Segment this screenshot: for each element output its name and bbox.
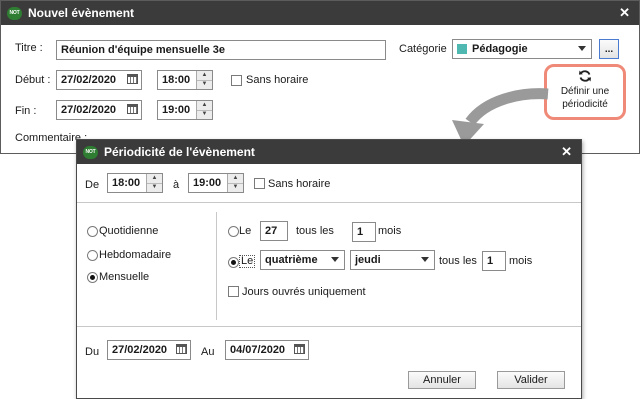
weekday-value: jeudi xyxy=(355,254,381,266)
de-label: De xyxy=(85,179,100,191)
de-time-value: 18:00 xyxy=(112,177,141,189)
du-date-value: 27/02/2020 xyxy=(112,344,168,356)
sans-horaire-checkbox[interactable] xyxy=(254,178,265,189)
valider-button[interactable]: Valider xyxy=(497,371,565,389)
time-spinner[interactable]: ▲ ▼ xyxy=(196,101,212,119)
radio-quotidienne[interactable] xyxy=(87,226,98,237)
app-logo-icon: NOT xyxy=(7,6,22,20)
categorie-select[interactable]: Pédagogie xyxy=(452,39,592,59)
au-label: Au xyxy=(201,346,215,358)
de-time-input[interactable]: 18:00 ▲ ▼ xyxy=(107,173,163,193)
calendar-icon[interactable] xyxy=(127,104,138,114)
weekday-select[interactable]: jeudi xyxy=(350,250,435,270)
time-spinner[interactable]: ▲ ▼ xyxy=(196,71,212,89)
radio-option-day[interactable] xyxy=(228,226,239,237)
au-date-input[interactable]: 04/07/2020 xyxy=(225,340,309,360)
category-color-swatch xyxy=(457,44,467,54)
periodicity-dialog: NOT Périodicité de l'évènement ✕ De 18:0… xyxy=(76,139,582,399)
a-time-value: 19:00 xyxy=(193,177,222,189)
calendar-icon[interactable] xyxy=(294,344,305,354)
fin-time-value: 19:00 xyxy=(162,104,191,116)
periodicity-title-bar: NOT Périodicité de l'évènement ✕ xyxy=(77,140,581,164)
fin-date-value: 27/02/2020 xyxy=(61,104,117,116)
annuler-button[interactable]: Annuler xyxy=(408,371,476,389)
a-label: à xyxy=(173,179,180,191)
opt2-interval-input[interactable]: 1 xyxy=(482,251,506,271)
divider xyxy=(77,326,581,327)
debut-date-input[interactable]: 27/02/2020 xyxy=(56,70,142,90)
close-icon[interactable]: ✕ xyxy=(619,5,630,21)
time-spinner[interactable]: ▲ ▼ xyxy=(227,174,243,192)
chevron-down-icon xyxy=(331,257,339,262)
freq-label-hebdomadaire: Hebdomadaire xyxy=(99,249,172,261)
dialog-title: Nouvel évènement xyxy=(28,6,135,20)
radio-mensuelle[interactable] xyxy=(87,272,98,283)
categorie-value: Pédagogie xyxy=(472,43,528,55)
sans-horaire-checkbox[interactable] xyxy=(231,75,242,86)
app-logo-icon: NOT xyxy=(83,145,98,159)
vertical-divider xyxy=(216,212,217,320)
chevron-down-icon xyxy=(578,46,586,51)
opt2-le-label: Le xyxy=(239,255,256,268)
opt1-tous-les-label: tous les xyxy=(296,225,334,237)
debut-time-value: 18:00 xyxy=(162,74,191,86)
ordinal-value: quatrième xyxy=(265,254,318,266)
chevron-down-icon xyxy=(421,257,429,262)
debut-label: Début : xyxy=(15,74,51,86)
categorie-label: Catégorie xyxy=(399,43,447,55)
more-button[interactable]: ... xyxy=(599,39,619,59)
calendar-icon[interactable] xyxy=(176,344,187,354)
titre-input[interactable]: Réunion d'équipe mensuelle 3e xyxy=(56,40,386,60)
sans-horaire-label: Sans horaire xyxy=(246,74,309,86)
fin-time-input[interactable]: 19:00 ▲ ▼ xyxy=(157,100,213,120)
divider xyxy=(77,202,581,203)
opt1-interval-input[interactable]: 1 xyxy=(352,222,376,242)
title-bar: NOT Nouvel évènement ✕ xyxy=(1,1,639,25)
opt1-le-label: Le xyxy=(239,225,252,237)
debut-time-input[interactable]: 18:00 ▲ ▼ xyxy=(157,70,213,90)
opt1-mois-label: mois xyxy=(378,225,402,237)
opt2-tous-les-label: tous les xyxy=(439,255,477,267)
jours-ouvres-label: Jours ouvrés uniquement xyxy=(242,286,366,298)
freq-label-mensuelle: Mensuelle xyxy=(99,271,150,283)
periodicity-title: Périodicité de l'évènement xyxy=(104,145,255,159)
debut-date-value: 27/02/2020 xyxy=(61,74,117,86)
opt2-mois-label: mois xyxy=(509,255,533,267)
a-time-input[interactable]: 19:00 ▲ ▼ xyxy=(188,173,244,193)
radio-hebdomadaire[interactable] xyxy=(87,250,98,261)
radio-option-weekday[interactable] xyxy=(228,257,239,268)
time-spinner[interactable]: ▲ ▼ xyxy=(146,174,162,192)
du-label: Du xyxy=(85,346,100,358)
du-date-input[interactable]: 27/02/2020 xyxy=(107,340,191,360)
freq-label-quotidienne: Quotidienne xyxy=(99,225,159,237)
close-icon[interactable]: ✕ xyxy=(561,144,572,160)
ordinal-select[interactable]: quatrième xyxy=(260,250,345,270)
day-number-input[interactable]: 27 xyxy=(260,221,288,241)
fin-label: Fin : xyxy=(15,105,37,117)
au-date-value: 04/07/2020 xyxy=(230,344,286,356)
jours-ouvres-checkbox[interactable] xyxy=(228,286,239,297)
calendar-icon[interactable] xyxy=(127,74,138,84)
fin-date-input[interactable]: 27/02/2020 xyxy=(56,100,142,120)
sans-horaire-label: Sans horaire xyxy=(268,178,331,190)
titre-label: Titre : xyxy=(15,42,43,54)
